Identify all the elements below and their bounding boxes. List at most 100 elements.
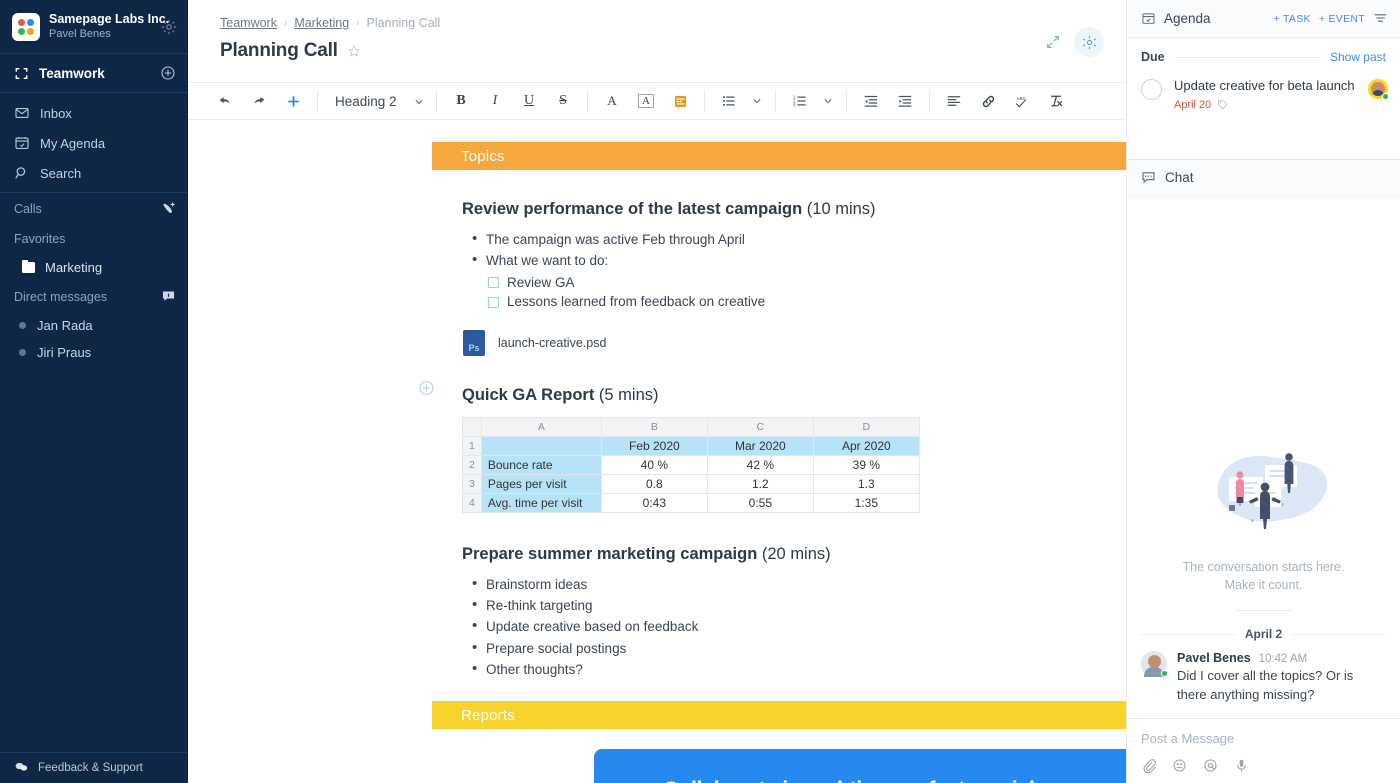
- table-cell[interactable]: 0:43: [601, 493, 707, 512]
- attachment-icon[interactable]: [1141, 758, 1156, 773]
- emoji-icon[interactable]: [1172, 758, 1187, 773]
- numbered-list-icon[interactable]: 1 2 3: [783, 86, 817, 116]
- sidebar-item-jan-rada[interactable]: Jan Rada: [0, 312, 188, 339]
- bold-button[interactable]: B: [444, 86, 478, 116]
- highlighter-icon[interactable]: [663, 86, 697, 116]
- section-review-performance: Review performance of the latest campaig…: [462, 200, 1126, 680]
- table-cell[interactable]: 1.3: [813, 474, 919, 493]
- favorites-label: Favorites: [14, 232, 176, 246]
- row-header[interactable]: 4: [463, 493, 482, 512]
- text-background-button[interactable]: A: [629, 86, 663, 116]
- clear-formatting-icon[interactable]: [1039, 86, 1073, 116]
- undo-arrow-icon[interactable]: [208, 86, 242, 116]
- heading-bold: Prepare summer marketing campaign: [462, 545, 757, 563]
- add-task-button[interactable]: + TASK: [1274, 13, 1311, 25]
- table-cell[interactable]: 0:55: [707, 493, 813, 512]
- breadcrumb-item-marketing[interactable]: Marketing: [294, 16, 349, 30]
- table-row: 2 Bounce rate 40 % 42 % 39 %: [463, 455, 920, 474]
- toolbar-separator: [317, 90, 318, 112]
- new-message-icon[interactable]: [161, 289, 176, 304]
- folder-icon: [22, 262, 35, 273]
- agenda-task-item[interactable]: Update creative for beta launch April 20: [1127, 70, 1400, 121]
- calls-label: Calls: [14, 202, 161, 216]
- column-header[interactable]: C: [707, 417, 813, 436]
- table-cell[interactable]: Avg. time per visit: [481, 493, 601, 512]
- mention-icon[interactable]: [1203, 758, 1218, 773]
- chat-composer[interactable]: Post a Message: [1127, 718, 1400, 783]
- table-cell[interactable]: Bounce rate: [481, 455, 601, 474]
- indent-icon[interactable]: [888, 86, 922, 116]
- table-cell[interactable]: 0.8: [601, 474, 707, 493]
- table-cell[interactable]: 1.2: [707, 474, 813, 493]
- bullet-list-icon[interactable]: [712, 86, 746, 116]
- table-cell[interactable]: Apr 2020: [813, 436, 919, 455]
- microphone-icon[interactable]: [1234, 758, 1249, 773]
- strikethrough-button[interactable]: S: [546, 86, 580, 116]
- document-canvas[interactable]: Topics Review performance of the latest …: [188, 120, 1126, 783]
- star-outline-icon[interactable]: [347, 44, 361, 58]
- filter-icon[interactable]: [1373, 11, 1388, 26]
- avatar[interactable]: [1141, 651, 1167, 677]
- column-header[interactable]: B: [601, 417, 707, 436]
- redo-arrow-icon[interactable]: [242, 86, 276, 116]
- checklist-item[interactable]: Review GA: [488, 273, 1126, 293]
- checkbox-icon[interactable]: [488, 277, 499, 288]
- column-header[interactable]: D: [813, 417, 919, 436]
- bullet-list-caret-icon[interactable]: [746, 86, 768, 116]
- sidebar-item-jiri-praus[interactable]: Jiri Praus: [0, 339, 188, 366]
- gear-icon[interactable]: [160, 18, 178, 36]
- show-past-button[interactable]: Show past: [1330, 50, 1386, 64]
- insert-plus-icon[interactable]: [276, 86, 310, 116]
- section-banner-reports: Reports: [432, 701, 1126, 729]
- sidebar-item-inbox[interactable]: Inbox: [0, 98, 188, 128]
- org-header[interactable]: Samepage Labs Inc. Pavel Benes: [0, 0, 188, 53]
- add-event-button[interactable]: + EVENT: [1319, 13, 1365, 25]
- chat-day-label: April 2: [1245, 627, 1282, 641]
- sidebar-section-direct-messages[interactable]: Direct messages: [0, 281, 188, 312]
- tag-icon[interactable]: [1217, 99, 1228, 110]
- sidebar-item-my-agenda[interactable]: My Agenda: [0, 128, 188, 158]
- attachment[interactable]: Ps launch-creative.psd: [462, 330, 1126, 356]
- italic-button[interactable]: I: [478, 86, 512, 116]
- spellcheck-abc-icon[interactable]: ABC: [1005, 86, 1039, 116]
- gear-icon[interactable]: [1074, 27, 1104, 57]
- sidebar-section-favorites[interactable]: Favorites: [0, 224, 188, 254]
- avatar[interactable]: [1368, 79, 1388, 99]
- outdent-icon[interactable]: [854, 86, 888, 116]
- row-header[interactable]: 3: [463, 474, 482, 493]
- list-item: Prepare social postings: [462, 638, 1126, 659]
- table-cell[interactable]: 42 %: [707, 455, 813, 474]
- spreadsheet-table[interactable]: A B C D 1 Feb 2020 Mar 2020 Apr 2020: [462, 417, 920, 513]
- paragraph-style-select[interactable]: Heading 2: [325, 87, 429, 115]
- link-icon[interactable]: [971, 86, 1005, 116]
- plus-circle-icon[interactable]: [160, 65, 176, 81]
- checklist-item[interactable]: Lessons learned from feedback on creativ…: [488, 292, 1126, 312]
- message-input[interactable]: Post a Message: [1141, 731, 1386, 746]
- divider: [1175, 57, 1320, 58]
- sidebar-item-search[interactable]: Search: [0, 158, 188, 188]
- table-cell[interactable]: 1:35: [813, 493, 919, 512]
- breadcrumb-item-teamwork[interactable]: Teamwork: [220, 16, 277, 30]
- numbered-list-caret-icon[interactable]: [817, 86, 839, 116]
- feedback-support-button[interactable]: Feedback & Support: [0, 752, 188, 783]
- circle-checkbox-icon[interactable]: [1141, 79, 1162, 100]
- sidebar-item-teamwork[interactable]: Teamwork: [0, 54, 188, 92]
- phone-add-icon[interactable]: [161, 201, 176, 216]
- column-header[interactable]: A: [481, 417, 601, 436]
- row-header[interactable]: 1: [463, 436, 482, 455]
- table-cell[interactable]: Mar 2020: [707, 436, 813, 455]
- expand-arrows-icon[interactable]: [1038, 27, 1068, 57]
- checkbox-icon[interactable]: [488, 297, 499, 308]
- underline-button[interactable]: U: [512, 86, 546, 116]
- table-cell[interactable]: [481, 436, 601, 455]
- align-left-icon[interactable]: [937, 86, 971, 116]
- table-cell[interactable]: Feb 2020: [601, 436, 707, 455]
- table-cell[interactable]: Pages per visit: [481, 474, 601, 493]
- sidebar-item-marketing[interactable]: Marketing: [0, 254, 188, 281]
- row-header[interactable]: 2: [463, 455, 482, 474]
- sidebar-section-calls[interactable]: Calls: [0, 193, 188, 224]
- table-cell[interactable]: 39 %: [813, 455, 919, 474]
- add-block-icon[interactable]: [417, 378, 437, 398]
- table-cell[interactable]: 40 %: [601, 455, 707, 474]
- text-color-button[interactable]: A: [595, 86, 629, 116]
